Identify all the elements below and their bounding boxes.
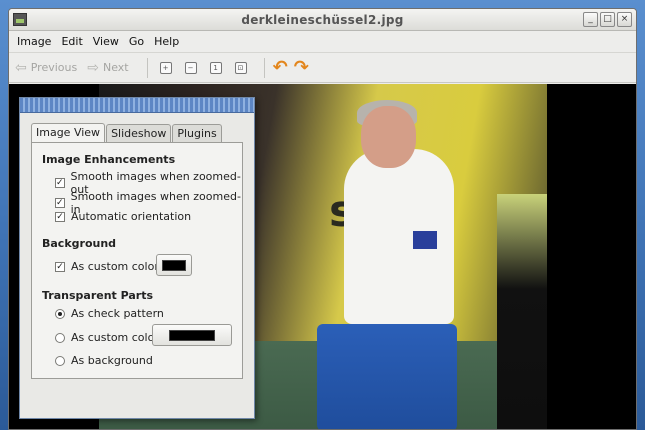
- option-auto-orientation[interactable]: ✓ Automatic orientation: [55, 210, 191, 223]
- option-transparent-custom-color[interactable]: As custom color:: [55, 331, 162, 344]
- option-label: As custom color:: [71, 260, 163, 273]
- zoom-fit-icon: ⊡: [234, 61, 247, 74]
- tab-image-view[interactable]: Image View: [31, 123, 106, 142]
- option-as-background[interactable]: As background: [55, 354, 153, 367]
- zoom-out-icon: −: [184, 61, 197, 74]
- menu-bar: Image Edit View Go Help: [9, 31, 636, 53]
- checkbox-checked-icon[interactable]: ✓: [55, 261, 65, 272]
- option-background-custom-color[interactable]: ✓ As custom color:: [55, 260, 162, 273]
- transparent-color-button[interactable]: [152, 324, 232, 346]
- preferences-dialog: Image View Slideshow Plugins Image Enhan…: [19, 97, 255, 419]
- radio-selected-icon[interactable]: [55, 308, 65, 319]
- previous-button[interactable]: ⇦ Previous: [15, 60, 77, 76]
- menu-edit[interactable]: Edit: [56, 33, 87, 50]
- background-color-button[interactable]: [156, 254, 192, 276]
- toolbar: ⇦ Previous ⇨ Next + − 1 ⊡ ↶ ↷: [9, 53, 636, 83]
- section-title-enhancements: Image Enhancements: [42, 153, 176, 166]
- zoom-normal-icon: 1: [209, 61, 222, 74]
- radio-unselected-icon[interactable]: [55, 332, 65, 343]
- next-button[interactable]: ⇨ Next: [87, 60, 128, 76]
- rotate-right-icon[interactable]: ↷: [294, 57, 309, 78]
- option-label: As background: [71, 354, 153, 367]
- preferences-tabs: Image View Slideshow Plugins: [31, 123, 223, 143]
- toolbar-separator: [146, 57, 148, 78]
- option-check-pattern[interactable]: As check pattern: [55, 307, 164, 320]
- photo-head: [361, 106, 416, 168]
- dialog-drag-handle[interactable]: [20, 98, 254, 113]
- menu-view[interactable]: View: [88, 33, 124, 50]
- close-icon[interactable]: ×: [617, 12, 632, 27]
- image-view-panel: Image Enhancements ✓ Smooth images when …: [31, 142, 243, 379]
- tab-slideshow[interactable]: Slideshow: [106, 124, 172, 142]
- previous-label: Previous: [30, 61, 78, 74]
- radio-unselected-icon[interactable]: [55, 355, 65, 366]
- window-controls: _ □ ×: [583, 12, 632, 27]
- maximize-icon[interactable]: □: [600, 12, 615, 27]
- checkbox-checked-icon[interactable]: ✓: [55, 198, 65, 208]
- toolbar-separator: [263, 57, 265, 78]
- option-label: As check pattern: [71, 307, 164, 320]
- photo-person-right: [497, 194, 547, 429]
- photo-shorts: [317, 324, 457, 429]
- menu-image[interactable]: Image: [12, 33, 56, 50]
- photo-shirt: [344, 149, 454, 324]
- checkbox-checked-icon[interactable]: ✓: [55, 211, 65, 222]
- option-label: As custom color:: [71, 331, 163, 344]
- color-swatch: [169, 329, 215, 341]
- photo-flag-patch: [413, 231, 437, 249]
- arrow-left-icon: ⇦: [15, 59, 27, 76]
- tab-plugins[interactable]: Plugins: [172, 124, 222, 142]
- title-bar[interactable]: derkleineschüssel2.jpg _ □ ×: [9, 9, 636, 31]
- zoom-out-button[interactable]: −: [181, 58, 201, 78]
- zoom-in-icon: +: [159, 61, 172, 74]
- menu-go[interactable]: Go: [124, 33, 149, 50]
- window-title: derkleineschüssel2.jpg: [241, 13, 404, 27]
- color-swatch: [162, 259, 186, 271]
- option-label: Automatic orientation: [71, 210, 192, 223]
- checkbox-checked-icon[interactable]: ✓: [55, 178, 65, 188]
- zoom-fit-button[interactable]: ⊡: [231, 58, 251, 78]
- arrow-right-icon: ⇨: [87, 59, 99, 76]
- section-title-transparent: Transparent Parts: [42, 289, 154, 302]
- zoom-in-button[interactable]: +: [156, 58, 176, 78]
- next-label: Next: [102, 61, 129, 74]
- section-title-background: Background: [42, 237, 117, 250]
- rotate-left-icon[interactable]: ↶: [273, 57, 288, 78]
- menu-help[interactable]: Help: [149, 33, 184, 50]
- zoom-normal-button[interactable]: 1: [206, 58, 226, 78]
- minimize-icon[interactable]: _: [583, 12, 598, 27]
